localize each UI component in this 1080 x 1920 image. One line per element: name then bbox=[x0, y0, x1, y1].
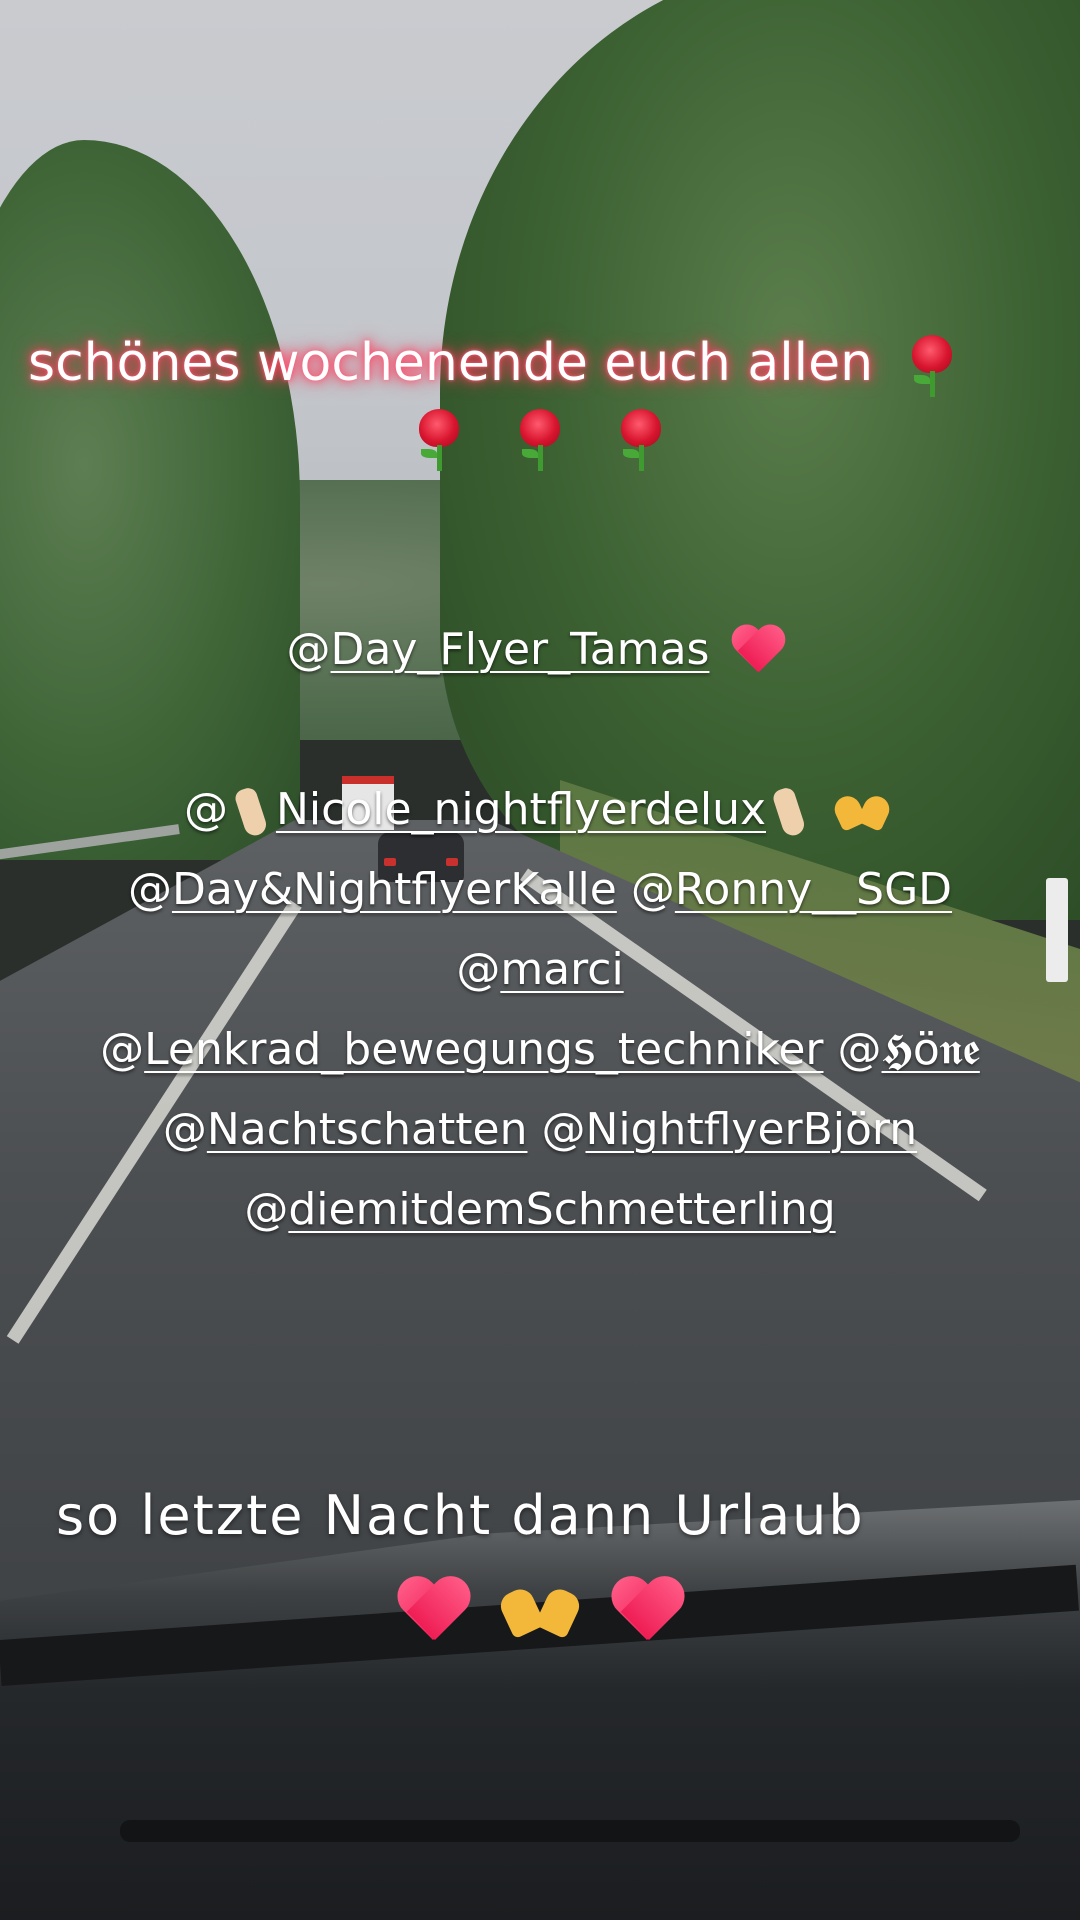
heart-icon bbox=[729, 626, 787, 678]
mention-line-1: @Day_Flyer_Tamas bbox=[0, 610, 1080, 690]
at-sign: @ bbox=[456, 944, 501, 995]
mention-line-3: @Day&NightflyerKalle @Ronny__SGD bbox=[0, 850, 1080, 930]
mention-username: Ronny__SGD bbox=[674, 864, 953, 915]
heart-icon bbox=[395, 1578, 471, 1648]
mention-nicole[interactable]: @ Nicole_nightflyerdelux bbox=[184, 784, 814, 835]
rose-icon bbox=[615, 409, 667, 471]
headline-label: schönes wochenende euch allen bbox=[28, 333, 874, 393]
crossed-fingers-icon bbox=[770, 788, 810, 836]
mention-ronny[interactable]: @Ronny__SGD bbox=[631, 864, 952, 915]
mention-username: NightflyerBjörn bbox=[585, 1104, 918, 1155]
heart-hands-icon bbox=[502, 1586, 578, 1640]
mention-line-6: @Nachtschatten @NightflyerBjörn bbox=[0, 1090, 1080, 1170]
at-sign: @ bbox=[837, 1024, 882, 1075]
mention-username: Nachtschatten bbox=[206, 1104, 528, 1155]
footer-text: so letzte Nacht dann Urlaub bbox=[0, 1476, 1080, 1650]
mention-hoene[interactable]: @𝕳ö𝖓𝖊 bbox=[838, 1024, 980, 1075]
mention-day-flyer-tamas[interactable]: @Day_Flyer_Tamas bbox=[287, 624, 710, 675]
at-sign: @ bbox=[100, 1024, 145, 1075]
rose-icon bbox=[514, 409, 566, 471]
mention-username: Lenkrad_bewegungs_techniker bbox=[144, 1024, 824, 1075]
mention-username: Nicole_nightflyerdelux bbox=[275, 784, 766, 835]
rose-icon bbox=[906, 335, 958, 397]
heart-hands-icon bbox=[834, 792, 890, 832]
mention-kalle[interactable]: @Day&NightflyerKalle bbox=[128, 864, 617, 915]
headline-text: schönes wochenende euch allen bbox=[0, 326, 1080, 474]
dashboard-vent bbox=[120, 1820, 1020, 1842]
mention-bjoern[interactable]: @NightflyerBjörn bbox=[541, 1104, 917, 1155]
at-sign: @ bbox=[286, 624, 331, 675]
footer-emoji-row bbox=[0, 1570, 1080, 1650]
mention-username: 𝕳ö𝖓𝖊 bbox=[881, 1024, 980, 1075]
at-sign: @ bbox=[183, 784, 228, 835]
headline-line-1: schönes wochenende euch allen bbox=[0, 326, 1080, 400]
headline-line-2 bbox=[0, 400, 1080, 474]
heart-icon bbox=[609, 1578, 685, 1648]
mention-marci[interactable]: @marci bbox=[456, 944, 623, 995]
rose-icon bbox=[413, 409, 465, 471]
mention-username: marci bbox=[500, 944, 624, 995]
mention-line-5: @Lenkrad_bewegungs_techniker @𝕳ö𝖓𝖊 bbox=[0, 1010, 1080, 1090]
crossed-fingers-icon bbox=[232, 788, 272, 836]
mention-schmetterling[interactable]: @diemitdemSchmetterling bbox=[244, 1184, 835, 1235]
mention-username: Day&NightflyerKalle bbox=[171, 864, 617, 915]
at-sign: @ bbox=[541, 1104, 586, 1155]
mention-nachtschatten[interactable]: @Nachtschatten bbox=[163, 1104, 528, 1155]
mention-line-2: @ Nicole_nightflyerdelux bbox=[0, 770, 1080, 850]
at-sign: @ bbox=[244, 1184, 289, 1235]
mention-line-7: @diemitdemSchmetterling bbox=[0, 1170, 1080, 1250]
mention-line-4: @marci bbox=[0, 930, 1080, 1010]
at-sign: @ bbox=[162, 1104, 207, 1155]
mention-lenkrad[interactable]: @Lenkrad_bewegungs_techniker bbox=[100, 1024, 823, 1075]
mentions-block: @Day_Flyer_Tamas @ Nicole_nightflyerdelux… bbox=[0, 610, 1080, 1250]
mention-username: Day_Flyer_Tamas bbox=[330, 624, 710, 675]
footer-label: so letzte Nacht dann Urlaub bbox=[56, 1484, 865, 1547]
at-sign: @ bbox=[630, 864, 675, 915]
story-frame: schönes wochenende euch allen @Day_Flyer… bbox=[0, 0, 1080, 1920]
mention-username: diemitdemSchmetterling bbox=[288, 1184, 836, 1235]
at-sign: @ bbox=[127, 864, 172, 915]
mention-username-wrap: Nicole_nightflyerdelux bbox=[228, 784, 814, 835]
